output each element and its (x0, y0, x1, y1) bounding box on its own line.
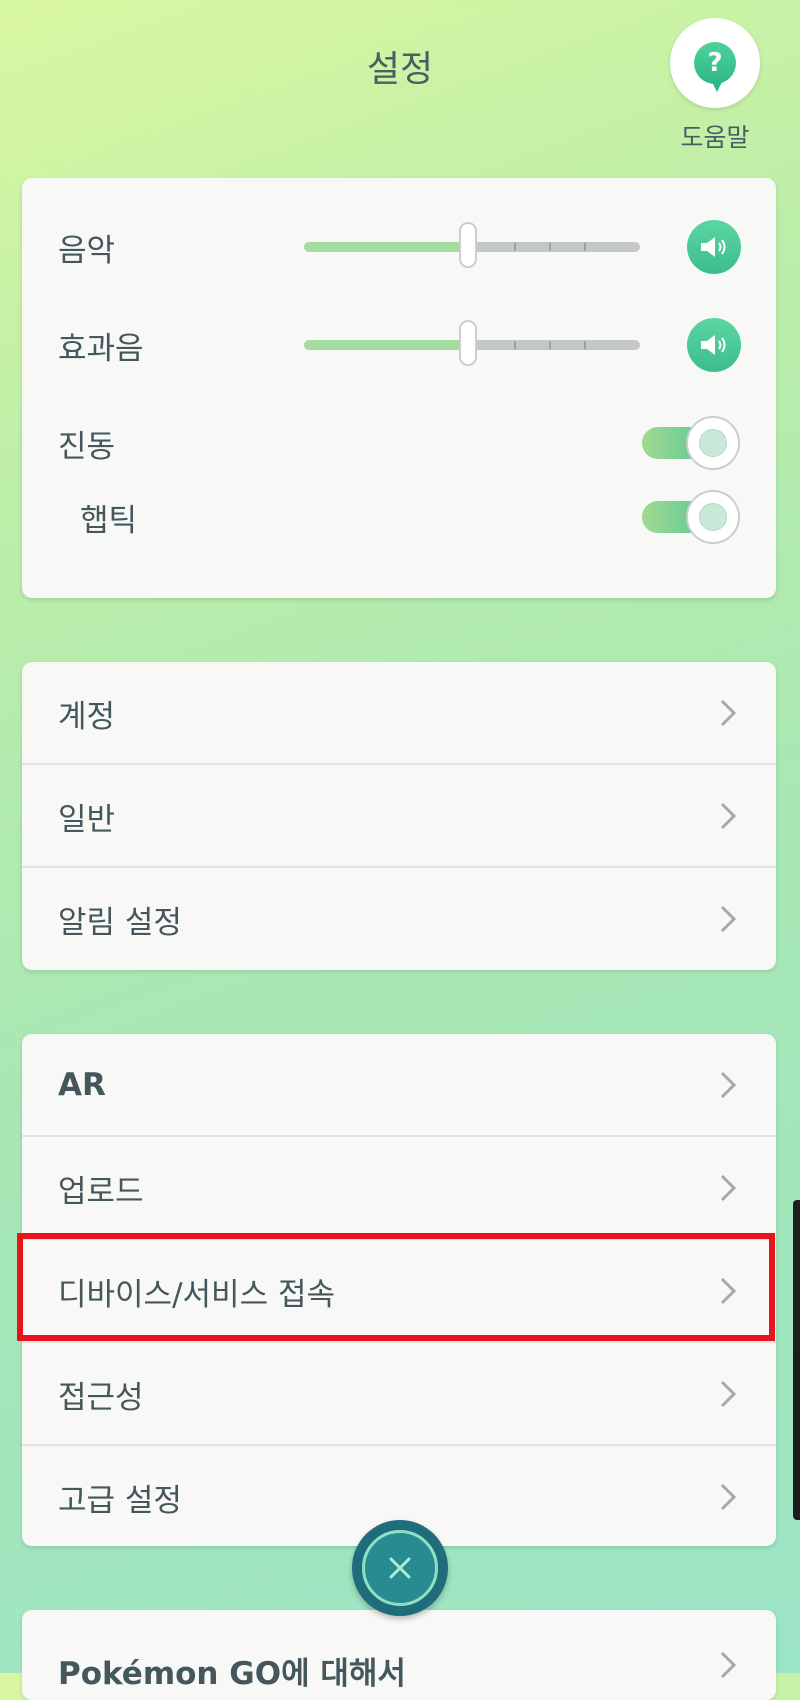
chevron-right-icon (720, 905, 737, 933)
menu-item-general[interactable]: 일반 (22, 765, 776, 867)
music-row: 음악 (22, 220, 776, 274)
menu-item-label: 계정 (58, 698, 116, 735)
slider-tick (549, 341, 551, 349)
menu-item-label: 알림 설정 (58, 904, 182, 941)
toggle-knob (686, 416, 740, 470)
menu-item-ar[interactable]: AR (22, 1034, 776, 1136)
music-slider-handle[interactable] (459, 222, 477, 268)
menu-item-accessibility[interactable]: 접근성 (22, 1343, 776, 1445)
sfx-slider-handle[interactable] (459, 320, 477, 366)
sfx-mute-button[interactable] (687, 318, 741, 372)
sfx-slider-fill (304, 340, 468, 350)
speaker-icon (701, 237, 726, 257)
audio-settings-card: 음악 효과음 진동 햅틱 (22, 178, 776, 598)
menu-item-about[interactable]: Pokémon GO에 대해서 (22, 1610, 776, 1700)
account-settings-card: 계정 일반 알림 설정 (22, 662, 776, 970)
music-label: 음악 (58, 232, 116, 269)
close-ring (362, 1530, 438, 1606)
question-bubble-icon: ? (694, 42, 736, 92)
vibration-row: 진동 (22, 416, 776, 470)
slider-tick (584, 243, 586, 251)
menu-item-account[interactable]: 계정 (22, 662, 776, 764)
chevron-right-icon (720, 1651, 737, 1679)
vibration-toggle[interactable] (642, 416, 740, 470)
sfx-row: 효과음 (22, 318, 776, 372)
close-button[interactable] (352, 1520, 448, 1616)
chevron-right-icon (720, 699, 737, 727)
vibration-label: 진동 (58, 428, 116, 465)
highlight-box (17, 1233, 775, 1341)
device-edge (793, 1200, 800, 1520)
haptic-row: 햅틱 (22, 490, 776, 544)
menu-item-notifications[interactable]: 알림 설정 (22, 868, 776, 970)
menu-item-label: 접근성 (58, 1379, 144, 1416)
chevron-right-icon (720, 1380, 737, 1408)
chevron-right-icon (720, 802, 737, 830)
slider-tick (584, 341, 586, 349)
slider-tick (514, 243, 516, 251)
sfx-slider[interactable] (304, 320, 640, 366)
menu-item-label: AR (58, 1067, 106, 1103)
menu-item-label: 일반 (58, 801, 116, 838)
sfx-label: 효과음 (58, 330, 144, 367)
toggle-knob (686, 490, 740, 544)
menu-item-upload[interactable]: 업로드 (22, 1137, 776, 1239)
help-button[interactable]: ? (670, 18, 760, 108)
speaker-icon (701, 335, 726, 355)
slider-tick (514, 341, 516, 349)
haptic-toggle[interactable] (642, 490, 740, 544)
chevron-right-icon (720, 1174, 737, 1202)
music-mute-button[interactable] (687, 220, 741, 274)
menu-item-label: 고급 설정 (58, 1482, 182, 1519)
slider-tick (549, 243, 551, 251)
music-slider[interactable] (304, 222, 640, 268)
chevron-right-icon (720, 1071, 737, 1099)
haptic-label: 햅틱 (80, 502, 138, 539)
about-card: Pokémon GO에 대해서 (22, 1610, 776, 1700)
chevron-right-icon (720, 1483, 737, 1511)
help-label: 도움말 (680, 123, 750, 152)
music-slider-fill (304, 242, 468, 252)
close-icon (389, 1557, 411, 1579)
menu-item-label: Pokémon GO에 대해서 (58, 1656, 406, 1692)
menu-item-label: 업로드 (58, 1173, 144, 1210)
